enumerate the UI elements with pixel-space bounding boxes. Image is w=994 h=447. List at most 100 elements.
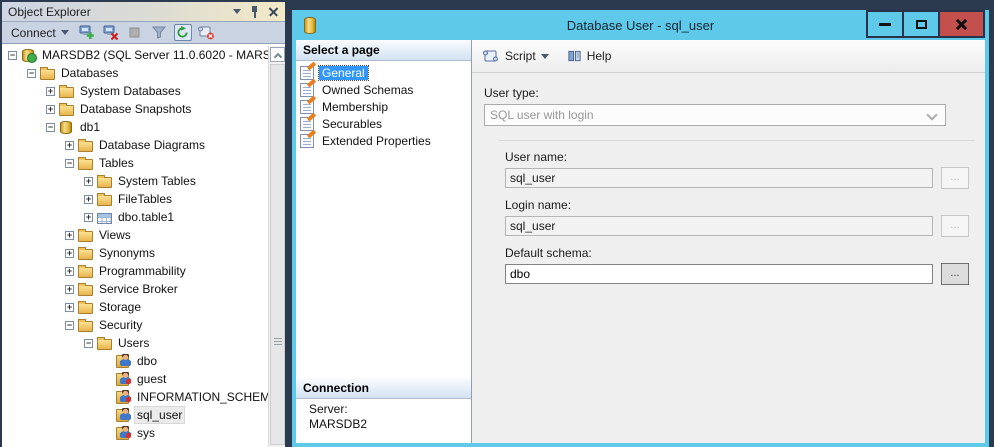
page-item-securables[interactable]: Securables [300, 115, 471, 132]
script-error-icon[interactable] [198, 24, 216, 41]
refresh-icon[interactable] [174, 24, 192, 41]
chevron-down-icon [61, 30, 69, 35]
tree-item-label: db1 [78, 119, 102, 135]
login-name-label: Login name: [505, 198, 985, 212]
script-button[interactable]: Script [482, 49, 549, 63]
tree-item-database-snapshots[interactable]: +Database Snapshots [2, 100, 268, 118]
page-item-general[interactable]: General [300, 64, 471, 81]
tree-item-database-diagrams[interactable]: +Database Diagrams [2, 136, 268, 154]
login-name-input[interactable] [505, 216, 933, 236]
tree-item-databases[interactable]: −Databases [2, 64, 268, 82]
connection-header: Connection [296, 378, 471, 399]
tree-item-synonyms[interactable]: +Synonyms [2, 244, 268, 262]
user-name-browse-button[interactable]: ... [941, 167, 969, 189]
auto-hide-pin-icon[interactable] [250, 6, 259, 18]
collapse-icon[interactable]: − [65, 159, 74, 168]
tree-item-views[interactable]: +Views [2, 226, 268, 244]
expand-icon[interactable]: + [65, 303, 74, 312]
expand-icon[interactable]: + [84, 177, 93, 186]
collapse-icon[interactable]: − [46, 123, 55, 132]
folder-icon [78, 159, 93, 170]
chevron-down-icon[interactable] [541, 54, 549, 59]
tree-items: −MARSDB2 (SQL Server 11.0.6020 - MARSD−D… [2, 46, 268, 442]
tree-item-dbo-table1[interactable]: +dbo.table1 [2, 208, 268, 226]
tree-item-label: Tables [97, 155, 136, 171]
minimize-icon [879, 23, 891, 26]
collapse-icon[interactable]: − [27, 69, 36, 78]
disconnect-icon[interactable] [102, 24, 120, 41]
expand-icon[interactable]: + [65, 249, 74, 258]
expand-icon[interactable]: + [65, 267, 74, 276]
maximize-button[interactable] [902, 10, 940, 38]
tree-item-guest[interactable]: guest [2, 370, 268, 388]
tree-item-information-schem[interactable]: INFORMATION_SCHEM [2, 388, 268, 406]
close-icon[interactable] [268, 6, 279, 17]
tree-item-db1[interactable]: − db1 [2, 118, 268, 136]
dialog-main: Script Help User type: SQL user with log… [472, 40, 985, 443]
tree-item-label: MARSDB2 (SQL Server 11.0.6020 - MARSD [40, 47, 268, 63]
collapse-icon[interactable]: − [84, 339, 93, 348]
tree-item-tables[interactable]: − Tables [2, 154, 268, 172]
close-button[interactable] [938, 10, 985, 38]
help-label: Help [587, 49, 612, 63]
user-icon [116, 354, 131, 368]
folder-icon [97, 195, 112, 206]
filter-icon[interactable] [150, 24, 168, 41]
tree-item-label: INFORMATION_SCHEM [135, 389, 268, 405]
page-item-membership[interactable]: Membership [300, 98, 471, 115]
expand-icon[interactable]: + [46, 87, 55, 96]
folder-icon [78, 285, 93, 296]
tree-scrollbar[interactable] [268, 46, 285, 447]
dialog-titlebar[interactable]: Database User - sql_user [296, 10, 985, 40]
tree-item-label: FileTables [116, 191, 174, 207]
user-denied-icon [116, 390, 131, 404]
group-divider [499, 140, 975, 141]
tree-item-security[interactable]: −Security [2, 316, 268, 334]
login-name-browse-button[interactable]: ... [941, 215, 969, 237]
dialog-toolbar: Script Help [472, 40, 985, 73]
tree-item-sql-user[interactable]: sql_user [2, 406, 268, 424]
tree-item-sys[interactable]: sys [2, 424, 268, 442]
collapse-icon[interactable]: − [65, 321, 74, 330]
tree-item-system-databases[interactable]: +System Databases [2, 82, 268, 100]
user-type-combobox[interactable]: SQL user with login [484, 104, 946, 126]
minimize-button[interactable] [866, 10, 904, 38]
collapse-icon[interactable]: − [8, 51, 17, 60]
tree-item-system-tables[interactable]: +System Tables [2, 172, 268, 190]
maximize-icon [916, 20, 927, 29]
expand-icon[interactable]: + [65, 231, 74, 240]
page-item-label: Owned Schemas [319, 83, 416, 97]
tree-item-label: Programmability [97, 263, 188, 279]
tree-item-service-broker[interactable]: +Service Broker [2, 280, 268, 298]
expand-icon[interactable]: + [65, 285, 74, 294]
expand-icon[interactable]: + [84, 213, 93, 222]
tree-item-label: sys [135, 425, 157, 441]
user-type-label: User type: [484, 86, 985, 100]
server-icon [22, 49, 34, 62]
folder-icon [78, 141, 93, 152]
tree-item-storage[interactable]: +Storage [2, 298, 268, 316]
connect-button[interactable]: Connect [8, 25, 72, 41]
default-schema-input[interactable] [505, 264, 933, 284]
expand-icon[interactable]: + [65, 141, 74, 150]
tree-item-label: sql_user [135, 407, 184, 423]
default-schema-browse-button[interactable]: ... [941, 263, 969, 285]
help-button[interactable]: Help [567, 49, 612, 63]
stop-icon[interactable] [126, 24, 144, 41]
scrollbar-thumb[interactable] [270, 64, 285, 445]
tree-item-programmability[interactable]: + Programmability [2, 262, 268, 280]
user-name-input[interactable] [505, 168, 933, 188]
tree-item-filetables[interactable]: + FileTables [2, 190, 268, 208]
page-item-extended-properties[interactable]: Extended Properties [300, 132, 471, 149]
tree-item-marsdb2-sql-server-11-0-6020-marsd[interactable]: − MARSDB2 (SQL Server 11.0.6020 - MARSD [2, 46, 268, 64]
window-position-icon[interactable] [233, 9, 241, 14]
expand-icon[interactable]: + [84, 195, 93, 204]
tree-item-dbo[interactable]: dbo [2, 352, 268, 370]
page-item-owned-schemas[interactable]: Owned Schemas [300, 81, 471, 98]
connect-icon[interactable] [78, 24, 96, 41]
connect-label: Connect [11, 26, 56, 40]
scroll-up-button[interactable] [270, 47, 285, 62]
folder-icon [78, 231, 93, 242]
expand-icon[interactable]: + [46, 105, 55, 114]
tree-item-users[interactable]: −Users [2, 334, 268, 352]
